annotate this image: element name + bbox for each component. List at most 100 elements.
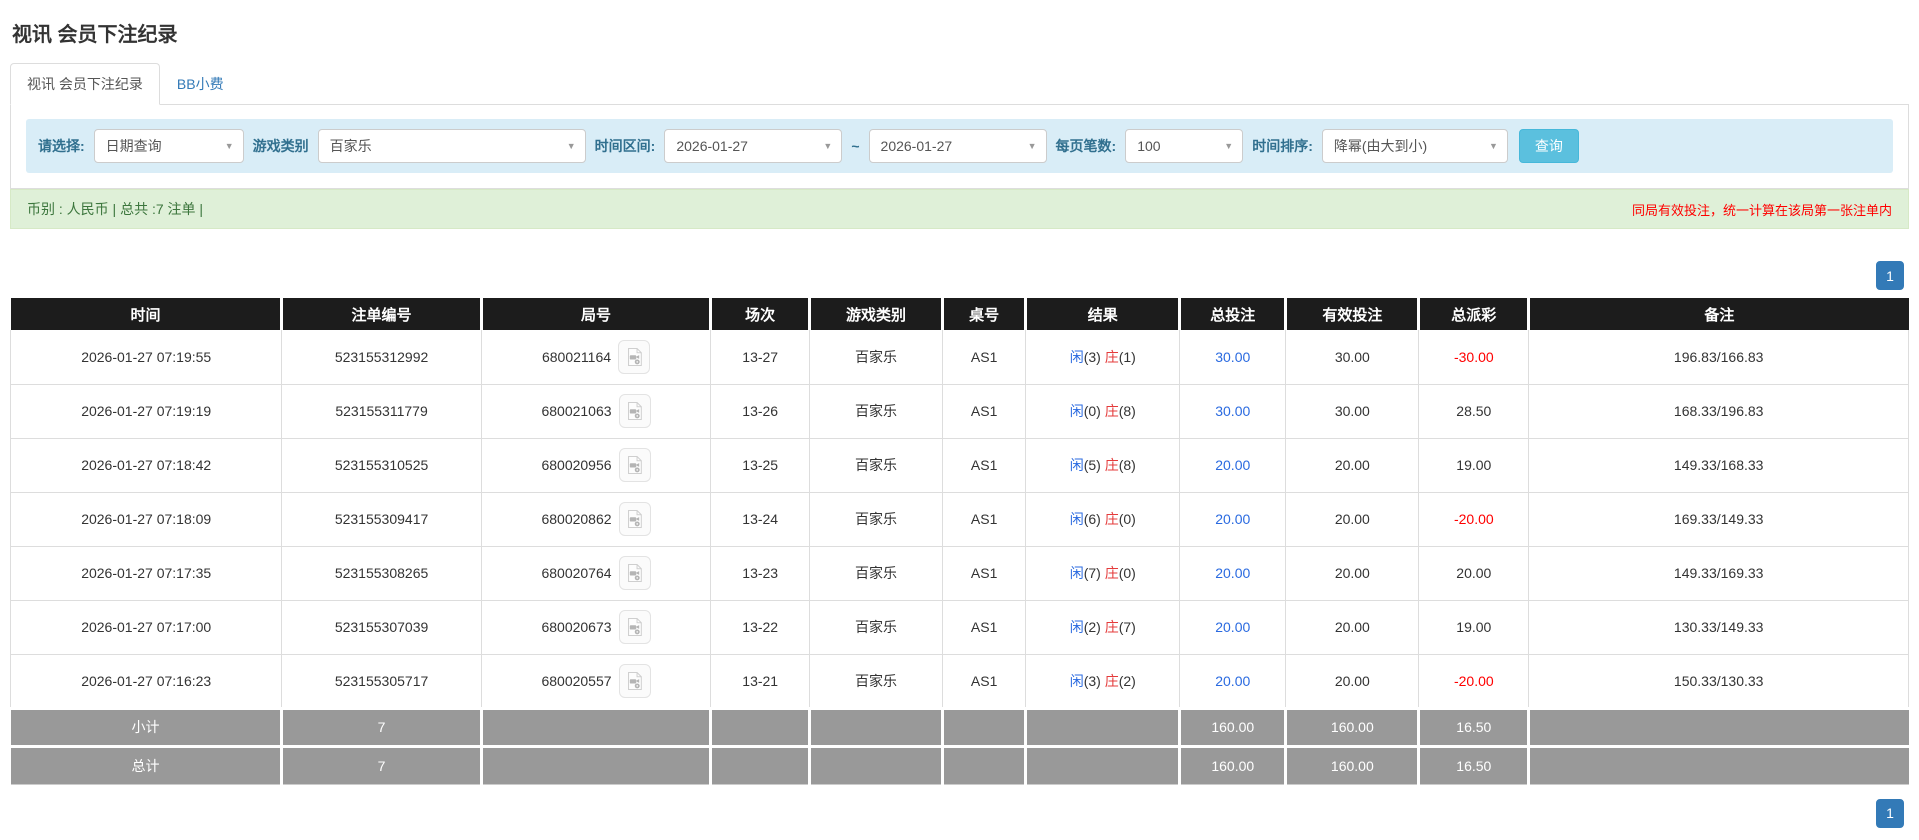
tab-bb-tip[interactable]: BB小费 xyxy=(160,63,241,105)
game-type-select[interactable]: 百家乐 ▼ xyxy=(317,129,586,163)
game-type-label: 游戏类别 xyxy=(252,138,309,154)
cell-remark: 149.33/168.33 xyxy=(1528,437,1909,493)
result-banker: 庄 xyxy=(1104,457,1119,473)
cell-table: AS1 xyxy=(941,383,1027,439)
cell-remark: 130.33/149.33 xyxy=(1528,599,1909,655)
chevron-down-icon: ▼ xyxy=(1224,141,1234,151)
page-title: 视讯 会员下注纪录 xyxy=(12,24,178,46)
tab-video-bet-records[interactable]: 视讯 会员下注纪录 xyxy=(10,63,160,105)
grand-total-label: 总计 xyxy=(10,744,284,785)
subtotal-count: 7 xyxy=(280,706,483,747)
date-from-select[interactable]: 2026-01-27 ▼ xyxy=(664,129,843,163)
total-bet-link[interactable]: 30.00 xyxy=(1215,403,1250,419)
cell-bet-id: 523155305717 xyxy=(281,653,482,709)
video-record-button[interactable] xyxy=(618,663,651,698)
total-bet-link[interactable]: 20.00 xyxy=(1215,457,1250,473)
query-button[interactable]: 查询 xyxy=(1518,129,1579,163)
total-bet-link[interactable]: 20.00 xyxy=(1215,619,1250,635)
cell-remark: 150.33/130.33 xyxy=(1528,653,1909,709)
col-result: 结果 xyxy=(1024,298,1180,330)
table-row: 2026-01-27 07:18:42 523155310525 680020956… xyxy=(9,437,1909,493)
video-record-button[interactable] xyxy=(618,448,651,482)
chevron-down-icon: ▼ xyxy=(1488,141,1498,151)
result-player-score: (5) xyxy=(1083,457,1101,473)
video-record-button[interactable] xyxy=(618,610,651,644)
pagination-page-1[interactable]: 1 xyxy=(1876,261,1904,290)
result-player: 闲 xyxy=(1069,619,1084,635)
round-number: 680020557 xyxy=(541,672,612,689)
cell-round-id: 680020764 xyxy=(480,545,712,601)
cell-game-type: 百家乐 xyxy=(809,383,943,439)
sort-order-label: 时间排序: xyxy=(1252,138,1313,154)
sort-order-value: 降幂(由大到小) xyxy=(1333,138,1428,154)
query-type-select[interactable]: 日期查询 ▼ xyxy=(93,129,244,163)
total-bet-link[interactable]: 20.00 xyxy=(1215,511,1250,527)
cell-result: 闲(3) 庄(2) xyxy=(1025,653,1181,709)
cell-remark: 169.33/149.33 xyxy=(1528,491,1909,547)
result-banker: 庄 xyxy=(1104,619,1119,635)
result-banker-score: (7) xyxy=(1118,619,1136,635)
chevron-down-icon: ▼ xyxy=(1027,141,1037,151)
col-game-type: 游戏类别 xyxy=(808,298,943,330)
subtotal-total-bet: 160.00 xyxy=(1178,706,1288,747)
result-banker: 庄 xyxy=(1104,348,1119,365)
cell-game-type: 百家乐 xyxy=(809,599,943,655)
video-record-button[interactable] xyxy=(618,394,651,428)
col-session: 场次 xyxy=(709,298,810,330)
result-player: 闲 xyxy=(1069,511,1084,527)
cell-round-id: 680020956 xyxy=(480,437,712,493)
cell-payout: 28.50 xyxy=(1418,383,1530,439)
cell-valid-bet: 20.00 xyxy=(1285,653,1420,709)
filter-bar: 请选择: 日期查询 ▼ 游戏类别 百家乐 ▼ 时间区间: 2026-01-27 … xyxy=(26,119,1893,173)
video-record-button[interactable] xyxy=(618,502,651,536)
cell-table: AS1 xyxy=(941,545,1027,601)
cell-remark: 196.83/166.83 xyxy=(1528,330,1909,385)
result-player: 闲 xyxy=(1069,672,1084,689)
cell-bet-id: 523155311779 xyxy=(281,383,482,439)
cell-time: 2026-01-27 07:17:00 xyxy=(9,599,283,655)
video-record-icon xyxy=(628,401,642,421)
cell-valid-bet: 30.00 xyxy=(1285,330,1420,385)
table-row: 2026-01-27 07:17:00 523155307039 680020673… xyxy=(9,599,1909,655)
date-to-value: 2026-01-27 xyxy=(880,138,953,154)
result-player: 闲 xyxy=(1069,403,1084,419)
pagination-page-1[interactable]: 1 xyxy=(1876,798,1904,828)
per-page-select[interactable]: 100 ▼ xyxy=(1125,129,1244,163)
result-player: 闲 xyxy=(1069,348,1084,365)
payout-value: -20.00 xyxy=(1453,511,1494,527)
cell-session: 13-21 xyxy=(710,653,811,709)
col-payout: 总派彩 xyxy=(1417,298,1529,330)
cell-time: 2026-01-27 07:18:42 xyxy=(9,437,283,493)
cell-round-id: 680020557 xyxy=(480,653,712,709)
page: 视讯 会员下注纪录 视讯 会员下注纪录 BB小费 请选择: 日期查询 ▼ 游戏类… xyxy=(0,0,1919,828)
grand-total-count: 7 xyxy=(280,744,483,785)
cell-bet-id: 523155307039 xyxy=(281,599,482,655)
subtotal-row: 小计 7 160.00 160.00 16.50 xyxy=(10,706,1909,747)
query-type-value: 日期查询 xyxy=(105,138,162,154)
video-record-button[interactable] xyxy=(618,556,651,590)
query-type-label: 请选择: xyxy=(38,138,85,154)
video-record-icon xyxy=(628,509,642,529)
bet-records-table: 时间 注单编号 局号 场次 游戏类别 桌号 结果 总投注 有效投注 总派彩 备注… xyxy=(9,298,1909,785)
cell-session: 13-25 xyxy=(710,437,811,493)
result-banker: 庄 xyxy=(1104,403,1119,419)
cell-result: 闲(0) 庄(8) xyxy=(1025,383,1181,439)
sort-order-select[interactable]: 降幂(由大到小) ▼ xyxy=(1321,129,1508,163)
col-time: 时间 xyxy=(10,298,282,330)
total-bet-link[interactable]: 20.00 xyxy=(1215,565,1250,581)
video-record-button[interactable] xyxy=(618,339,651,374)
round-number: 680021063 xyxy=(541,403,612,419)
result-banker-score: (8) xyxy=(1118,403,1136,419)
cell-session: 13-26 xyxy=(710,383,811,439)
game-type-value: 百家乐 xyxy=(329,138,372,154)
cell-bet-id: 523155308265 xyxy=(281,545,482,601)
cell-payout: -20.00 xyxy=(1418,491,1530,547)
date-to-select[interactable]: 2026-01-27 ▼ xyxy=(868,129,1047,163)
cell-payout: -20.00 xyxy=(1418,653,1530,709)
cell-session: 13-27 xyxy=(710,330,811,385)
total-bet-link[interactable]: 20.00 xyxy=(1215,673,1250,689)
cell-session: 13-24 xyxy=(710,491,811,547)
result-player: 闲 xyxy=(1069,457,1084,473)
pagination-top: 1 xyxy=(10,261,1909,290)
total-bet-link[interactable]: 30.00 xyxy=(1215,349,1250,365)
